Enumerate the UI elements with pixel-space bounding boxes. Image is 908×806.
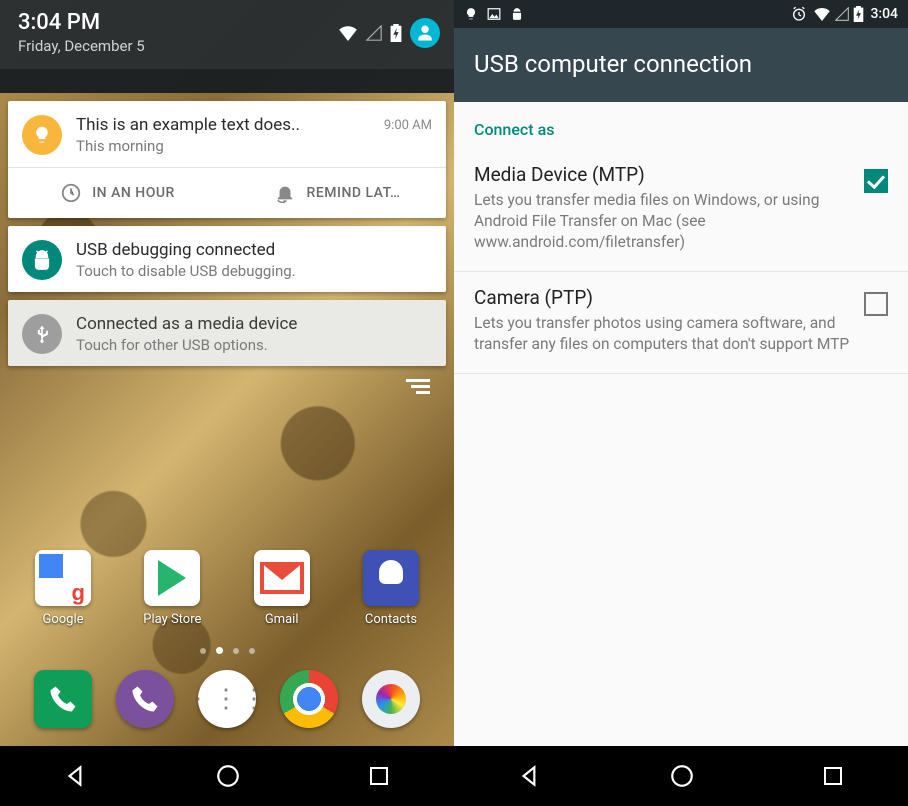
- phone-left-notification-shade: 3:04 PM Friday, December 5 This is an ex…: [0, 0, 454, 806]
- app-camera[interactable]: [356, 670, 426, 734]
- bulb-icon: [22, 115, 62, 155]
- notification-card[interactable]: USB debugging connected Touch to disable…: [8, 226, 446, 292]
- alarm-icon: [791, 6, 807, 22]
- status-bar: 3:04: [454, 0, 908, 28]
- page-indicator: [0, 631, 454, 664]
- play-store-icon: [144, 550, 200, 606]
- nav-home-icon[interactable]: [669, 763, 695, 789]
- google-icon: [35, 550, 91, 606]
- phone-icon: [34, 670, 92, 728]
- user-avatar-icon[interactable]: [410, 18, 440, 48]
- status-time: 3:04: [870, 6, 898, 22]
- app-bar: USB computer connection: [454, 28, 908, 102]
- wifi-icon: [813, 7, 831, 21]
- nav-back-icon[interactable]: [63, 763, 89, 789]
- bell-snooze-icon: [273, 182, 297, 204]
- cell-signal-icon: [835, 7, 849, 21]
- checkbox-ptp[interactable]: [864, 292, 888, 316]
- contacts-icon: [363, 550, 419, 606]
- navigation-bar: [0, 746, 454, 806]
- image-status-icon: [486, 7, 502, 21]
- phone-right-usb-settings: 3:04 USB computer connection Connect as …: [454, 0, 908, 806]
- app-chrome[interactable]: [274, 670, 344, 734]
- android-debug-icon: [22, 240, 62, 280]
- app-phone[interactable]: [28, 670, 98, 734]
- app-play-store[interactable]: Play Store: [137, 550, 207, 627]
- viber-icon: [116, 670, 174, 728]
- nav-recents-icon[interactable]: [821, 764, 845, 788]
- bulb-status-icon: [464, 7, 478, 21]
- notification-action-in-an-hour[interactable]: IN AN HOUR: [8, 168, 227, 218]
- clear-all-icon[interactable]: [406, 376, 430, 397]
- wifi-icon: [338, 25, 358, 41]
- option-desc: Lets you transfer media files on Windows…: [474, 190, 850, 253]
- notification-subtitle: This morning: [76, 137, 370, 155]
- chrome-icon: [280, 670, 338, 728]
- option-title: Camera (PTP): [474, 286, 850, 309]
- app-google[interactable]: Google: [28, 550, 98, 627]
- app-gmail[interactable]: Gmail: [247, 550, 317, 627]
- app-viber[interactable]: [110, 670, 180, 734]
- app-drawer-icon: [198, 670, 256, 728]
- cell-signal-icon: [366, 25, 382, 41]
- option-ptp[interactable]: Camera (PTP) Lets you transfer photos us…: [454, 272, 908, 374]
- option-title: Media Device (MTP): [474, 163, 850, 186]
- android-status-icon: [510, 7, 524, 21]
- app-contacts[interactable]: Contacts: [356, 550, 426, 627]
- shade-header[interactable]: 3:04 PM Friday, December 5: [0, 0, 454, 69]
- dock: [0, 664, 454, 746]
- shade-handle[interactable]: [0, 69, 454, 93]
- navigation-bar: [454, 746, 908, 806]
- usb-icon: [22, 314, 62, 354]
- option-mtp[interactable]: Media Device (MTP) Lets you transfer med…: [454, 149, 908, 272]
- checkbox-mtp[interactable]: [864, 169, 888, 193]
- option-desc: Lets you transfer photos using camera so…: [474, 313, 850, 355]
- notification-subtitle: Touch for other USB options.: [76, 336, 432, 354]
- nav-recents-icon[interactable]: [367, 764, 391, 788]
- app-drawer[interactable]: [192, 670, 262, 734]
- notification-action-remind-later[interactable]: REMIND LAT…: [227, 168, 446, 218]
- home-row: Google Play Store Gmail Contacts: [0, 538, 454, 631]
- page-title: USB computer connection: [474, 50, 752, 78]
- notification-card[interactable]: Connected as a media device Touch for ot…: [8, 300, 446, 366]
- notification-title: This is an example text does..: [76, 115, 370, 135]
- notification-subtitle: Touch to disable USB debugging.: [76, 262, 432, 280]
- clock-icon: [60, 182, 82, 204]
- camera-icon: [362, 670, 420, 728]
- battery-charging-icon: [853, 6, 864, 22]
- status-icons: [338, 18, 440, 48]
- notification-card[interactable]: This is an example text does.. This morn…: [8, 101, 446, 218]
- notification-title: USB debugging connected: [76, 240, 432, 260]
- gmail-icon: [254, 550, 310, 606]
- notification-time: 9:00 AM: [384, 115, 432, 133]
- battery-charging-icon: [390, 24, 402, 42]
- notification-list: This is an example text does.. This morn…: [0, 93, 454, 403]
- section-label: Connect as: [454, 102, 908, 149]
- notification-title: Connected as a media device: [76, 314, 432, 334]
- nav-home-icon[interactable]: [215, 763, 241, 789]
- nav-back-icon[interactable]: [517, 763, 543, 789]
